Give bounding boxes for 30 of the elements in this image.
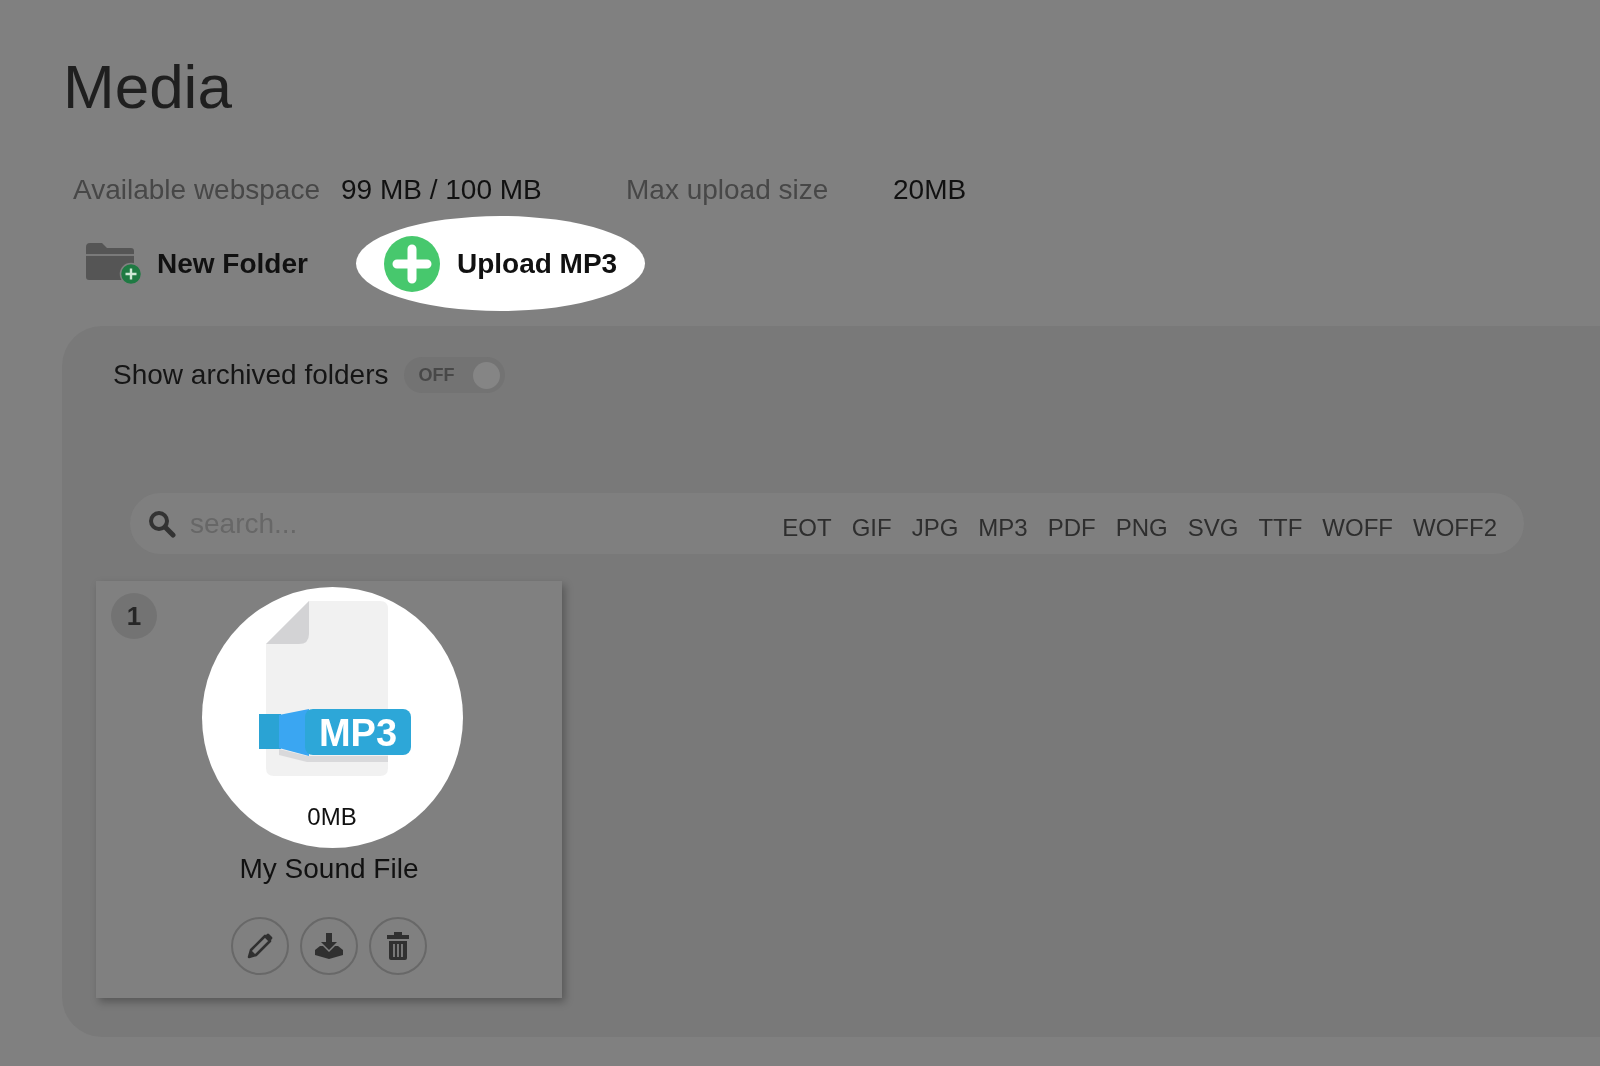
file-name: My Sound File (239, 852, 419, 886)
new-folder-button[interactable]: New Folder (62, 216, 332, 311)
file-type-filter[interactable]: JPG (911, 513, 959, 543)
upload-button[interactable]: Upload MP3 (355, 216, 646, 311)
download-icon (315, 933, 343, 959)
search-icon (148, 509, 176, 538)
file-type-filter[interactable]: PDF (1047, 513, 1096, 543)
plus-circle-icon (383, 235, 440, 292)
file-size: 0MB (307, 803, 357, 831)
edit-button[interactable] (231, 917, 289, 975)
stat-value: 20MB (893, 173, 967, 207)
file-type-filter[interactable]: PNG (1115, 513, 1168, 543)
file-type-filter[interactable]: WOFF2 (1413, 513, 1497, 543)
file-type-filter[interactable]: WOFF (1322, 513, 1393, 543)
stat-label: Available webspace (73, 173, 320, 207)
trash-icon (386, 932, 410, 960)
file-type-filter[interactable]: SVG (1187, 513, 1239, 543)
file-type-filter[interactable]: MP3 (978, 513, 1028, 543)
file-type-filter[interactable]: GIF (851, 513, 892, 543)
download-button[interactable] (300, 917, 358, 975)
file-type-filter[interactable]: EOT (782, 513, 832, 543)
stat-label: Max upload size (626, 173, 829, 207)
page-title: Media (63, 51, 232, 123)
toggle-label: Show archived folders (113, 358, 389, 392)
stat-value: 99 MB / 100 MB (341, 173, 542, 207)
file-type-filter[interactable]: TTF (1258, 513, 1303, 543)
folder-plus-icon (86, 242, 142, 285)
delete-button[interactable] (369, 917, 427, 975)
pencil-icon (246, 932, 274, 960)
file-number-badge: 1 (111, 593, 157, 639)
